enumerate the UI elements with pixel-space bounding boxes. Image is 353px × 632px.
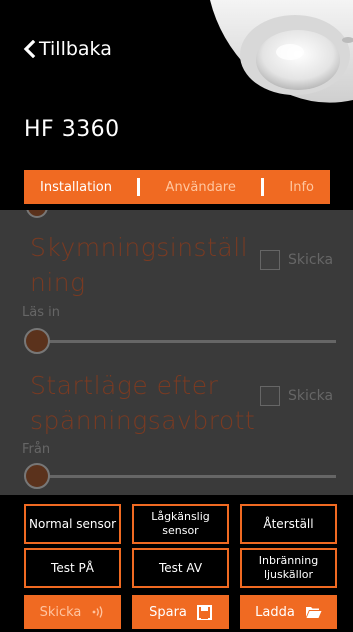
section-title-dusk: Skymningsinställ ning	[30, 233, 249, 297]
preset-panel: Normal sensor Lågkänslig sensor Återställ…	[0, 495, 353, 632]
save-button[interactable]: Spara	[132, 595, 229, 629]
low-sensitive-sensor-button[interactable]: Lågkänslig sensor	[132, 504, 229, 544]
slider-knob-partial[interactable]	[26, 210, 48, 218]
settings-panel: Skymningsinställ ning Skicka Läs in Star…	[0, 210, 353, 495]
tab-info[interactable]: Info	[289, 180, 314, 195]
tab-divider	[261, 178, 265, 196]
send-checkbox-dusk[interactable]	[260, 250, 280, 270]
back-button[interactable]: Tillbaka	[22, 38, 112, 60]
slider-knob-startup[interactable]	[24, 463, 50, 489]
tab-divider	[137, 178, 141, 196]
normal-sensor-button[interactable]: Normal sensor	[24, 504, 121, 544]
sensor-product-image	[210, 0, 353, 103]
slider-track-dusk[interactable]	[38, 340, 336, 343]
folder-open-icon	[305, 607, 322, 618]
tab-installation[interactable]: Installation	[40, 180, 112, 195]
page-title: HF 3360	[24, 117, 120, 142]
test-off-button[interactable]: Test AV	[132, 548, 229, 588]
send-button[interactable]: Skicka	[24, 595, 121, 629]
slider-track-startup[interactable]	[38, 475, 336, 478]
send-label-dusk: Skicka	[288, 252, 334, 268]
signal-icon	[93, 606, 103, 618]
value-label-startup: Från	[22, 442, 51, 457]
slider-knob-dusk[interactable]	[24, 328, 50, 354]
load-button[interactable]: Ladda	[240, 595, 337, 629]
floppy-disk-icon	[196, 604, 212, 620]
value-label-dusk: Läs in	[22, 305, 60, 320]
burn-in-button[interactable]: Inbränning ljuskällor	[240, 548, 337, 588]
test-on-button[interactable]: Test PÅ	[24, 548, 121, 588]
tab-anvandare[interactable]: Användare	[166, 180, 236, 195]
send-label-startup: Skicka	[288, 388, 334, 404]
chevron-left-icon	[23, 40, 36, 58]
back-label: Tillbaka	[39, 38, 112, 60]
reset-button[interactable]: Återställ	[240, 504, 337, 544]
header: Tillbaka HF 3360 Installation Användare …	[0, 0, 353, 210]
tab-bar: Installation Användare Info	[24, 170, 330, 204]
section-title-startup: Startläge efter spänningsavbrott	[30, 371, 256, 435]
send-checkbox-startup[interactable]	[260, 386, 280, 406]
